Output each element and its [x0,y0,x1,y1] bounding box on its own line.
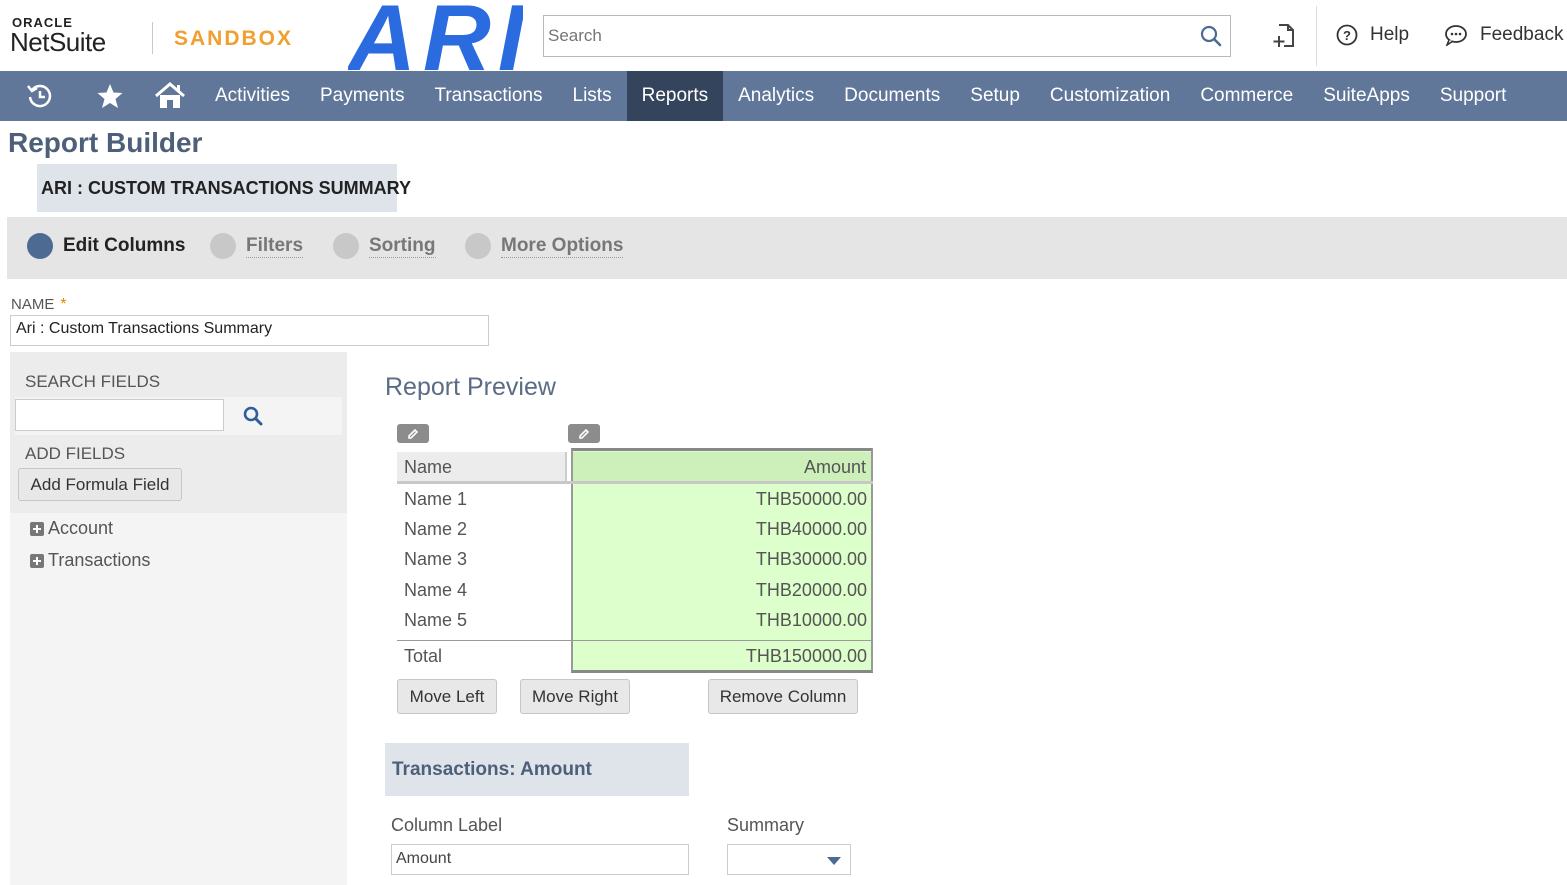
add-formula-field-button[interactable]: Add Formula Field [18,468,182,501]
tree-node-label: Account [48,518,114,538]
summary-select[interactable] [727,844,851,875]
tree-node-label: Transactions [48,550,151,570]
netsuite-logo-text[interactable]: NetSuite [10,27,106,58]
table-row-amount: THB40000.00 [755,519,867,539]
step-sorting[interactable]: Sorting [333,233,436,259]
search-icon[interactable] [1200,25,1222,52]
header-divider [1316,6,1317,66]
step-indicator-dot [333,233,359,259]
table-row-amount: THB10000.00 [755,610,867,630]
name-label-text: NAME [11,296,55,313]
feedback-link[interactable]: Feedback [1444,24,1563,46]
home-icon[interactable] [140,71,200,121]
search-fields-row [15,397,342,435]
global-search[interactable] [543,15,1231,57]
nav-reports[interactable]: Reports [626,71,724,121]
feedback-label: Feedback [1480,24,1564,45]
move-right-button[interactable]: Move Right [520,679,630,714]
report-preview-table: Name Amount Name 1 THB50000.00 Name 2 TH… [397,448,873,673]
tree-node-transactions[interactable]: Transactions [30,550,150,571]
help-label: Help [1370,24,1410,45]
recent-records-icon[interactable] [0,71,80,121]
page-title: Report Builder [8,127,203,158]
feedback-icon [1445,25,1467,46]
sandbox-label: SANDBOX [174,27,294,50]
table-row-amount: THB30000.00 [755,549,867,569]
edit-column-name-icon[interactable] [397,424,429,443]
add-fields-label: ADD FIELDS [25,444,126,463]
step-indicator-dot [465,233,491,259]
table-row-name: Name 5 [404,610,468,630]
header-separator [397,481,873,484]
remove-column-button[interactable]: Remove Column [708,679,858,714]
summary-label: Summary [727,815,805,835]
report-name-input[interactable]: Ari : Custom Transactions Summary [10,315,489,346]
nav-customization[interactable]: Customization [1035,71,1185,121]
main-navigation: Activities Payments Transactions Lists R… [0,71,1567,121]
table-row-amount: THB50000.00 [755,489,867,509]
table-row-name: Name 4 [404,580,468,600]
help-link[interactable]: ? Help [1336,24,1409,46]
step-indicator-dot [210,233,236,259]
step-more-options[interactable]: More Options [465,233,624,259]
svg-text:?: ? [1343,28,1351,43]
column-header-amount[interactable]: Amount [573,452,871,483]
field-picker-header: SEARCH FIELDS ADD FIELDS Add Formula Fie… [10,352,347,513]
star-icon[interactable] [80,71,140,121]
nav-activities[interactable]: Activities [200,71,305,121]
expand-plus-icon[interactable] [30,553,44,568]
tree-node-account[interactable]: Account [30,518,113,539]
step-label: Edit Columns [63,235,186,256]
step-label: Filters [246,234,304,258]
nav-support[interactable]: Support [1425,71,1522,121]
total-separator [397,640,873,641]
move-left-button[interactable]: Move Left [397,679,497,714]
step-filters[interactable]: Filters [210,233,304,259]
field-picker-panel: SEARCH FIELDS ADD FIELDS Add Formula Fie… [10,352,347,885]
edit-column-amount-icon[interactable] [568,424,600,443]
search-fields-input[interactable] [15,399,224,431]
logo-divider [152,22,153,54]
step-indicator-dot [27,233,53,259]
table-row-name: Name 3 [404,549,468,569]
table-row-amount: THB20000.00 [755,580,867,600]
builder-steps-bar: Edit Columns Filters Sorting More Option… [7,217,1567,279]
create-new-icon[interactable] [1272,22,1298,55]
total-amount: THB150000.00 [745,646,867,666]
nav-suiteapps[interactable]: SuiteApps [1308,71,1425,121]
nav-payments[interactable]: Payments [305,71,419,121]
total-label: Total [404,646,443,666]
record-title: ARI : CUSTOM TRANSACTIONS SUMMARY [37,164,411,212]
table-row-name: Name 2 [404,519,468,539]
step-label: Sorting [369,234,436,258]
search-icon[interactable] [243,406,263,431]
report-preview-title: Report Preview [385,373,556,401]
nav-setup[interactable]: Setup [955,71,1035,121]
help-icon: ? [1336,24,1358,46]
search-fields-label: SEARCH FIELDS [25,372,161,391]
ari-company-logo: ARI [346,0,532,90]
global-search-input[interactable] [544,16,1184,56]
column-header-name[interactable]: Name [397,452,567,483]
required-mark: * [60,296,67,313]
nav-commerce[interactable]: Commerce [1185,71,1308,121]
step-label: More Options [501,234,624,258]
expand-plus-icon[interactable] [30,521,44,536]
name-field-label: NAME * [11,296,67,314]
step-edit-columns[interactable]: Edit Columns [27,233,185,259]
table-row-name: Name 1 [404,489,468,509]
svg-text:ARI: ARI [348,0,523,71]
chevron-down-icon[interactable] [827,857,841,865]
column-label-input[interactable]: Amount [391,844,689,875]
column-detail-title: Transactions: Amount [385,743,689,796]
nav-documents[interactable]: Documents [829,71,955,121]
nav-analytics[interactable]: Analytics [723,71,829,121]
nav-transactions[interactable]: Transactions [419,71,557,121]
nav-lists[interactable]: Lists [558,71,627,121]
column-label-label: Column Label [391,815,503,835]
global-header: ORACLE NetSuite SANDBOX ARI ? Help Feedb… [0,0,1567,90]
